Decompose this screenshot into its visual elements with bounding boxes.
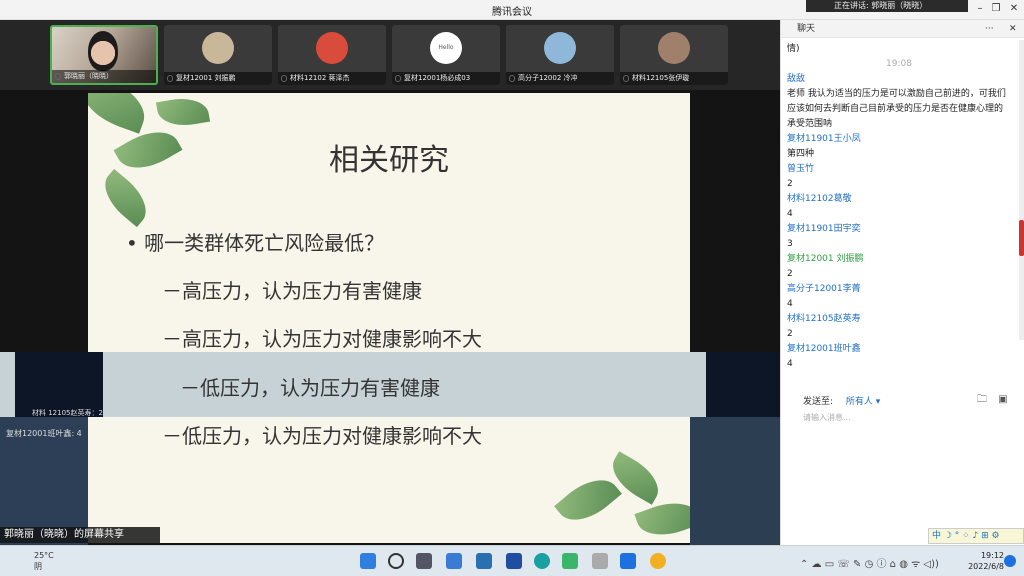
send-to-select[interactable]: 所有人 ▾ (846, 397, 880, 407)
participant-tile[interactable]: Hello 复材12001杨必成03 (392, 25, 500, 85)
leaf-decoration (634, 493, 690, 543)
edge-icon[interactable] (534, 553, 550, 569)
participant-name: 郭晓丽（晓晓） (52, 70, 156, 83)
render-glitch-band: －低压力，认为压力有害健康 (0, 352, 780, 417)
chat-message: 2 (787, 329, 793, 339)
leaf-decoration (88, 93, 153, 134)
participant-tile-host[interactable]: 郭晓丽（晓晓） (50, 25, 158, 85)
participant-tile[interactable]: 材料12105张伊璇 (620, 25, 728, 85)
chat-message: 4 (787, 359, 793, 369)
ime-toolbar[interactable]: 中 ☽ ° ⁘ ♪ ⊞ ⚙ (928, 528, 1024, 544)
chat-input[interactable]: 请输入消息... (803, 412, 851, 423)
clock[interactable]: 19:12 2022/6/8 (958, 550, 1004, 572)
glitch-block (706, 352, 780, 417)
send-to-row: 发送至: 所有人 ▾ (803, 394, 880, 407)
chat-messages: 情) 19:08 敌敌 老师 我认为适当的压力是可以激励自己前进的，可我们应该如… (781, 42, 1017, 412)
slide-question: • 哪一类群体死亡风险最低？ (126, 231, 385, 255)
participant-name: 材料12102 蒋泽杰 (278, 72, 386, 85)
leaf-decoration (155, 93, 211, 131)
avatar (544, 32, 576, 64)
chat-message: 2 (787, 179, 793, 189)
notification-icon[interactable] (1004, 555, 1016, 567)
participant-name: 高分子12002 冷冲 (506, 72, 614, 85)
weather-widget[interactable]: 25°C 阴 (34, 550, 54, 572)
chat-sender: 曾玉竹 (787, 164, 815, 174)
weather-desc: 阴 (34, 562, 42, 571)
chat-overlay: 复材12001班叶鑫: 4 (6, 429, 82, 438)
screen-share-label[interactable]: 郭晓丽（晓晓）的屏幕共享 (0, 527, 160, 543)
slide-title: 相关研究 (329, 143, 449, 178)
close-chat-icon[interactable]: ✕ (1009, 20, 1017, 38)
host-face (88, 31, 118, 71)
chat-message: 老师 我认为适当的压力是可以激励自己前进的，可我们应该如何去判断自己目前承受的压… (787, 89, 1006, 129)
app-icon[interactable] (650, 553, 666, 569)
chat-tools: 🗀 ▣ (977, 392, 1008, 409)
chat-sender: 复材12001 刘振鹏 (787, 254, 864, 264)
participant-name: 复材12001杨必成03 (392, 72, 500, 85)
avatar: Hello (430, 32, 462, 64)
title-bar: 腾讯会议 正在讲话: 郭晓丽（晓晓） – ❐ ✕ (0, 0, 1024, 20)
minimize-button[interactable]: – (972, 2, 988, 16)
app-icon[interactable] (592, 553, 608, 569)
chat-sender: 复材11901王小凤 (787, 134, 861, 144)
chat-scrollbar[interactable] (1019, 40, 1024, 340)
taskbar: 25°C 阴 ⌃ ☁ ▭ ☏ ✎ ◷ ⓘ ⌂ ◍ ᯤ ◁)) 19:12 202… (0, 545, 1024, 576)
chat-sender: 复材12001班叶鑫 (787, 344, 861, 354)
chat-message: 情) (787, 44, 800, 54)
participant-strip: 郭晓丽（晓晓） 复材12001 刘振鹏 材料12102 蒋泽杰 Hello 复材… (0, 20, 780, 90)
chat-message: 3 (787, 239, 793, 249)
folder-icon[interactable]: 🗀 (977, 394, 987, 405)
slide-option: －高压力，认为压力有害健康 (162, 279, 422, 303)
task-view-icon[interactable] (416, 553, 432, 569)
tencent-meeting-icon[interactable] (620, 553, 636, 569)
chat-message: 4 (787, 209, 793, 219)
presentation-slide: 相关研究 • 哪一类群体死亡风险最低？ －高压力，认为压力有害健康 －高压力，认… (88, 93, 690, 543)
chat-sender: 材料12105赵英寿 (787, 314, 861, 324)
speaking-indicator: 正在讲话: 郭晓丽（晓晓） (806, 0, 968, 12)
maximize-button[interactable]: ❐ (988, 2, 1004, 16)
weather-temp: 25°C (34, 551, 54, 560)
participant-tile[interactable]: 材料12102 蒋泽杰 (278, 25, 386, 85)
shield-icon[interactable] (506, 553, 522, 569)
participant-name: 复材12001 刘振鹏 (164, 72, 272, 85)
slide-option: －低压力，认为压力对健康影响不大 (162, 424, 482, 448)
clock-date: 2022/6/8 (968, 562, 1004, 571)
close-button[interactable]: ✕ (1006, 2, 1022, 16)
screen: 腾讯会议 正在讲话: 郭晓丽（晓晓） – ❐ ✕ 郭晓丽（晓晓） 复材12001… (0, 0, 1024, 576)
chat-sender: 复材11901田宇奕 (787, 224, 861, 234)
avatar (658, 32, 690, 64)
glitch-block (690, 417, 780, 545)
chat-message: 4 (787, 299, 793, 309)
mail-icon[interactable] (476, 553, 492, 569)
chat-panel: 聊天 ··· ✕ 情) 19:08 敌敌 老师 我认为适当的压力是可以激励自己前… (780, 20, 1024, 545)
scrollbar-thumb[interactable] (1019, 220, 1024, 256)
participant-tile[interactable]: 复材12001 刘振鹏 (164, 25, 272, 85)
clock-time: 19:12 (980, 551, 1004, 560)
avatar (316, 32, 348, 64)
screenshot-icon[interactable]: ▣ (998, 394, 1007, 405)
avatar (202, 32, 234, 64)
chat-message: 第四种 (787, 149, 815, 159)
slide-option: －低压力，认为压力有害健康 (180, 376, 440, 400)
more-icon[interactable]: ··· (985, 20, 994, 38)
chat-title: 聊天 (797, 24, 816, 34)
search-icon[interactable] (388, 553, 404, 569)
chat-sender: 敌敌 (787, 74, 806, 84)
tray-icons[interactable]: ⌃ ☁ ▭ ☏ ✎ ◷ ⓘ ⌂ ◍ ᯤ ◁)) (800, 555, 939, 570)
slide-option: －高压力，认为压力对健康影响不大 (162, 327, 482, 351)
chat-timestamp: 19:08 (886, 59, 912, 69)
wechat-icon[interactable] (562, 553, 578, 569)
leaf-decoration (554, 467, 622, 533)
send-to-label: 发送至: (803, 397, 834, 407)
participant-tile[interactable]: 高分子12002 冷冲 (506, 25, 614, 85)
participant-name: 材料12105张伊璇 (620, 72, 728, 85)
chat-header: 聊天 ··· ✕ (781, 20, 1024, 38)
chat-sender: 材料12102葛敬 (787, 194, 852, 204)
app-icon[interactable] (446, 553, 462, 569)
chat-sender: 高分子12001李菁 (787, 284, 861, 294)
start-icon[interactable] (360, 553, 376, 569)
chat-message: 2 (787, 269, 793, 279)
